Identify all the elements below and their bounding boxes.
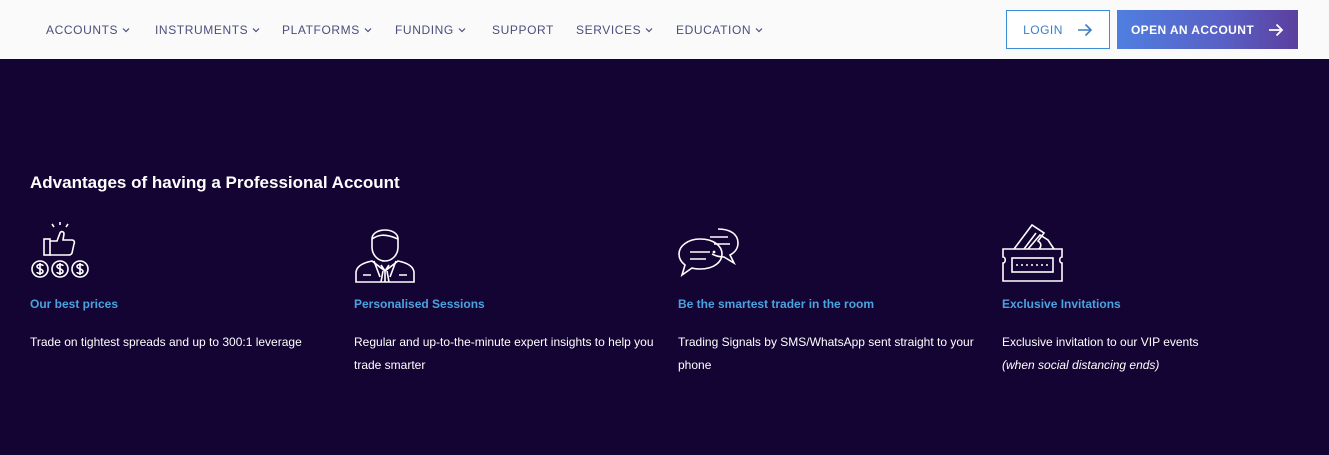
feature-smartest-trader: Be the smartest trader in the room Tradi… <box>678 221 988 377</box>
ticket-icon <box>1002 221 1064 283</box>
thumbs-up-coins-icon <box>30 221 92 283</box>
feature-description: Regular and up-to-the-minute expert insi… <box>354 335 654 372</box>
nav-services-label: SERVICES <box>576 22 642 37</box>
nav-instruments[interactable]: INSTRUMENTS <box>155 0 260 59</box>
arrow-right-icon <box>1077 23 1093 37</box>
chevron-down-icon <box>458 26 466 34</box>
open-account-button-label: OPEN AN ACCOUNT <box>1130 22 1255 37</box>
nav-platforms[interactable]: PLATFORMS <box>282 0 372 59</box>
feature-title: Personalised Sessions <box>354 297 485 311</box>
nav-instruments-label: INSTRUMENTS <box>155 22 249 37</box>
login-button[interactable]: LOGIN <box>1006 10 1110 49</box>
feature-description: Exclusive invitation to our VIP events <box>1002 335 1199 349</box>
nav-education[interactable]: EDUCATION <box>676 0 763 59</box>
nav-services[interactable]: SERVICES <box>576 0 653 59</box>
feature-title: Our best prices <box>30 297 119 311</box>
open-account-button[interactable]: OPEN AN ACCOUNT <box>1117 10 1298 49</box>
person-suit-icon <box>354 221 416 283</box>
feature-note: (when social distancing ends) <box>1002 358 1160 372</box>
chat-bubbles-icon <box>678 221 740 283</box>
chevron-down-icon <box>122 26 130 34</box>
feature-title: Exclusive Invitations <box>1002 297 1121 311</box>
section-title: Advantages of having a Professional Acco… <box>30 173 400 192</box>
feature-exclusive-invitations: Exclusive Invitations Exclusive invitati… <box>1002 221 1312 377</box>
feature-description: Trade on tightest spreads and up to 300:… <box>30 335 302 349</box>
top-navigation-bar: ACCOUNTS INSTRUMENTS PLATFORMS FUNDING S… <box>0 0 1329 59</box>
chevron-down-icon <box>755 26 763 34</box>
nav-platforms-label: PLATFORMS <box>282 22 360 37</box>
arrow-right-icon <box>1268 23 1284 37</box>
nav-support[interactable]: SUPPORT <box>492 0 554 59</box>
nav-accounts-label: ACCOUNTS <box>46 22 119 37</box>
nav-support-label: SUPPORT <box>492 22 554 37</box>
nav-accounts[interactable]: ACCOUNTS <box>46 0 130 59</box>
nav-education-label: EDUCATION <box>676 22 752 37</box>
chevron-down-icon <box>252 26 260 34</box>
chevron-down-icon <box>645 26 653 34</box>
feature-personalised-sessions: Personalised Sessions Regular and up-to-… <box>354 221 664 377</box>
nav-funding-label: FUNDING <box>395 22 454 37</box>
login-button-label: LOGIN <box>1023 22 1063 37</box>
professional-account-section: Advantages of having a Professional Acco… <box>0 59 1329 455</box>
feature-best-prices: Our best prices Trade on tightest spread… <box>30 221 340 354</box>
chevron-down-icon <box>364 26 372 34</box>
feature-title: Be the smartest trader in the room <box>678 297 875 311</box>
feature-description: Trading Signals by SMS/WhatsApp sent str… <box>678 335 974 372</box>
nav-funding[interactable]: FUNDING <box>395 0 466 59</box>
